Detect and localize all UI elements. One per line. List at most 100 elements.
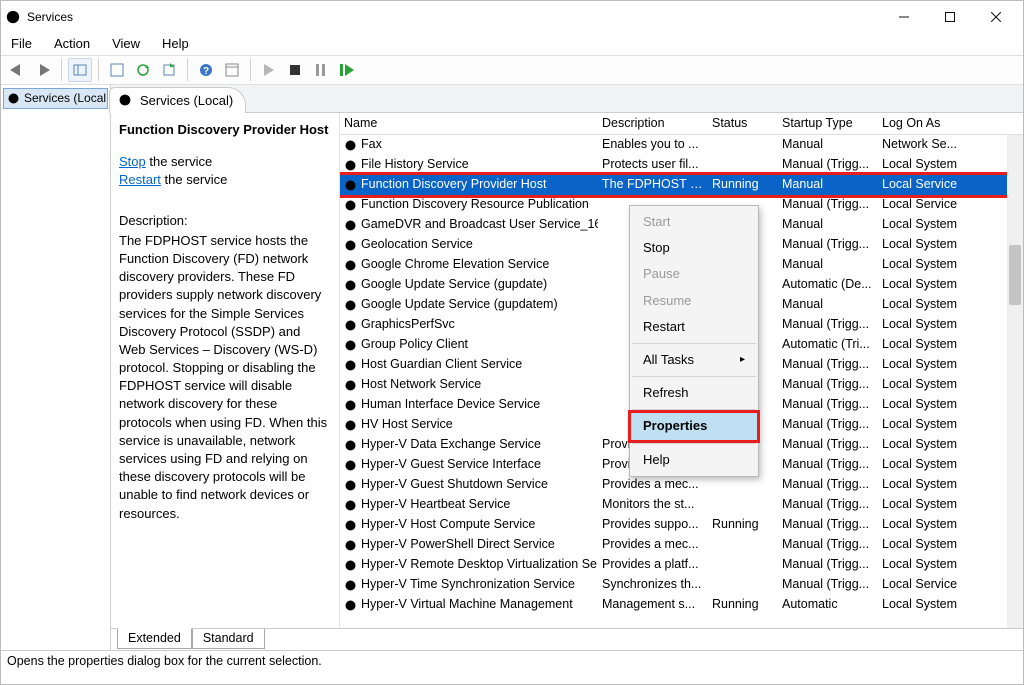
service-startup-cell: Manual (Trigg...	[778, 515, 878, 535]
service-name-cell: File History Service	[361, 156, 469, 174]
restart-service-button[interactable]	[335, 58, 359, 82]
toolbar: ?	[1, 55, 1023, 85]
service-icon	[344, 279, 357, 292]
service-description: The FDPHOST service hosts the Function D…	[119, 232, 329, 523]
console-tree: Services (Local	[1, 85, 111, 650]
tab-standard[interactable]: Standard	[192, 629, 265, 650]
service-startup-cell: Manual	[778, 175, 878, 195]
service-startup-cell: Manual	[778, 255, 878, 275]
ctx-restart[interactable]: Restart	[631, 314, 757, 340]
menu-file[interactable]: File	[7, 33, 36, 55]
service-logon-cell: Local System	[878, 555, 988, 575]
vertical-scrollbar[interactable]	[1007, 135, 1023, 628]
service-desc-cell: Provides a platf...	[598, 555, 708, 575]
tab-extended[interactable]: Extended	[117, 628, 192, 650]
service-status-cell	[708, 584, 778, 586]
service-logon-cell: Local System	[878, 355, 988, 375]
service-name-cell: Group Policy Client	[361, 336, 468, 354]
status-bar: Opens the properties dialog box for the …	[1, 650, 1023, 672]
col-header-status[interactable]: Status	[708, 113, 778, 134]
col-header-startup[interactable]: Startup Type	[778, 113, 878, 134]
service-icon	[344, 519, 357, 532]
service-startup-cell: Manual	[778, 135, 878, 155]
service-row[interactable]: Hyper-V Remote Desktop Virtualization Se…	[340, 555, 1023, 575]
service-logon-cell: Local System	[878, 495, 988, 515]
description-label: Description:	[119, 212, 329, 230]
col-header-logon[interactable]: Log On As	[878, 113, 988, 134]
menu-action[interactable]: Action	[50, 33, 94, 55]
service-name-cell: Hyper-V Heartbeat Service	[361, 496, 510, 514]
service-name-cell: Hyper-V Data Exchange Service	[361, 436, 541, 454]
properties-button[interactable]	[220, 58, 244, 82]
service-name-cell: Geolocation Service	[361, 236, 473, 254]
menu-view[interactable]: View	[108, 33, 144, 55]
start-service-button[interactable]	[257, 58, 281, 82]
service-startup-cell: Manual (Trigg...	[778, 495, 878, 515]
service-status-cell	[708, 544, 778, 546]
service-row[interactable]: Hyper-V Guest Shutdown ServiceProvides a…	[340, 475, 1023, 495]
export-list-button[interactable]	[157, 58, 181, 82]
service-row[interactable]: Hyper-V Virtual Machine ManagementManage…	[340, 595, 1023, 615]
close-button[interactable]	[973, 2, 1019, 32]
ctx-properties[interactable]: Properties	[631, 413, 757, 439]
export-button[interactable]	[105, 58, 129, 82]
ctx-stop[interactable]: Stop	[631, 235, 757, 261]
service-row[interactable]: Function Discovery Provider HostThe FDPH…	[340, 175, 1023, 195]
service-startup-cell: Manual (Trigg...	[778, 155, 878, 175]
service-icon	[344, 159, 357, 172]
service-startup-cell: Automatic (De...	[778, 275, 878, 295]
service-name-cell: Human Interface Device Service	[361, 396, 540, 414]
service-icon	[344, 359, 357, 372]
service-status-cell	[708, 144, 778, 146]
service-startup-cell: Manual (Trigg...	[778, 355, 878, 375]
service-logon-cell: Local System	[878, 475, 988, 495]
service-name-cell: Hyper-V Guest Shutdown Service	[361, 476, 548, 494]
service-desc-cell: Synchronizes th...	[598, 575, 708, 595]
ctx-refresh[interactable]: Refresh	[631, 380, 757, 406]
service-icon	[344, 139, 357, 152]
pause-service-button[interactable]	[309, 58, 333, 82]
service-status-cell	[708, 504, 778, 506]
ctx-all-tasks[interactable]: All Tasks▸	[631, 347, 757, 373]
service-row[interactable]: FaxEnables you to ...ManualNetwork Se...	[340, 135, 1023, 155]
service-startup-cell: Manual (Trigg...	[778, 535, 878, 555]
ctx-help[interactable]: Help	[631, 447, 757, 473]
service-startup-cell: Manual	[778, 215, 878, 235]
col-header-name[interactable]: Name	[340, 113, 598, 134]
service-row[interactable]: Hyper-V PowerShell Direct ServiceProvide…	[340, 535, 1023, 555]
refresh-button[interactable]	[131, 58, 155, 82]
service-desc-cell: Monitors the st...	[598, 495, 708, 515]
show-hide-tree-button[interactable]	[68, 58, 92, 82]
service-icon	[344, 219, 357, 232]
restart-service-link[interactable]: Restart	[119, 172, 161, 187]
back-button[interactable]	[5, 58, 29, 82]
stop-service-button[interactable]	[283, 58, 307, 82]
window-title: Services	[27, 9, 73, 26]
service-name-cell: Hyper-V Remote Desktop Virtualization Se…	[361, 556, 598, 574]
service-row[interactable]: File History Service Protects user fil...…	[340, 155, 1023, 175]
stop-service-link[interactable]: Stop	[119, 154, 146, 169]
service-row[interactable]: Hyper-V Time Synchronization ServiceSync…	[340, 575, 1023, 595]
service-row[interactable]: Hyper-V Host Compute ServiceProvides sup…	[340, 515, 1023, 535]
service-logon-cell: Local System	[878, 415, 988, 435]
service-status-cell	[708, 164, 778, 166]
service-startup-cell: Manual (Trigg...	[778, 415, 878, 435]
service-name-cell: Hyper-V Guest Service Interface	[361, 456, 541, 474]
maximize-button[interactable]	[927, 2, 973, 32]
col-header-description[interactable]: Description	[598, 113, 708, 134]
service-desc-cell: Protects user fil...	[598, 155, 708, 175]
minimize-button[interactable]	[881, 2, 927, 32]
forward-button[interactable]	[31, 58, 55, 82]
service-logon-cell: Local System	[878, 375, 988, 395]
service-status-cell	[708, 484, 778, 486]
service-status-cell: Running	[708, 515, 778, 535]
help-button[interactable]: ?	[194, 58, 218, 82]
tree-services-local[interactable]: Services (Local	[3, 88, 108, 109]
service-name-cell: Google Chrome Elevation Service	[361, 256, 549, 274]
scrollbar-thumb[interactable]	[1009, 245, 1021, 305]
service-name-cell: Hyper-V Host Compute Service	[361, 516, 535, 534]
tab-services-local[interactable]: Services (Local)	[109, 87, 246, 113]
menu-help[interactable]: Help	[158, 33, 193, 55]
service-status-cell: Running	[708, 595, 778, 615]
service-row[interactable]: Hyper-V Heartbeat Service Monitors the st…	[340, 495, 1023, 515]
